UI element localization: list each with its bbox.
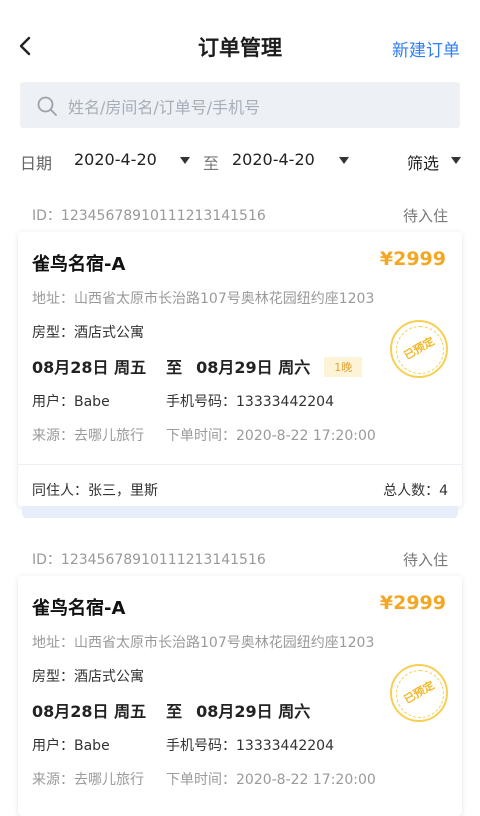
room-type: 房型：酒店式公寓 (32, 669, 144, 685)
search-placeholder: 姓名/房间名/订单号/手机号 (68, 98, 261, 117)
chevron-left-icon[interactable] (14, 34, 38, 58)
user-name: 用户：Babe (32, 394, 110, 410)
checkout-date: 08月29日 周六 (196, 702, 311, 721)
order-price: ¥2999 (379, 592, 446, 614)
end-date-picker[interactable]: 2020-4-20 (232, 150, 315, 169)
new-order-button[interactable]: 新建订单 (392, 36, 460, 61)
reserved-stamp: 已预定 (390, 320, 448, 378)
order-price: ¥2999 (379, 248, 446, 270)
search-input[interactable]: 姓名/房间名/订单号/手机号 (20, 82, 460, 128)
stamp-text: 已预定 (401, 678, 437, 707)
filter-button[interactable]: 筛选 (407, 150, 439, 174)
hotel-name: 雀鸟名宿-A (32, 254, 126, 275)
card-shadow-strip (22, 506, 458, 518)
date-filter-bar: 日期 2020-4-20 至 2020-4-20 筛选 (0, 140, 480, 182)
order-card[interactable]: 雀鸟名宿-A ¥2999 地址：山西省太原市长治路107号奥林花园纽约座1203… (18, 576, 462, 816)
user-phone: 手机号码：13333442204 (166, 394, 334, 410)
order-header: ID：12345678910111213141516 待入住 (0, 198, 480, 232)
room-type: 房型：酒店式公寓 (32, 325, 144, 341)
user-name: 用户：Babe (32, 738, 110, 754)
stamp-text: 已预定 (401, 334, 437, 363)
date-label: 日期 (20, 154, 53, 173)
order-item[interactable]: ID：12345678910111213141516 待入住 雀鸟名宿-A ¥2… (0, 542, 480, 816)
dates-to-label: 至 (166, 702, 183, 721)
nights-badge: 1晚 (324, 357, 363, 377)
date-to-label: 至 (203, 154, 220, 173)
order-id: ID：12345678910111213141516 (32, 208, 266, 224)
checkout-date: 08月29日 周六 (196, 358, 311, 377)
total-guests: 总人数：4 (383, 483, 448, 499)
reserved-stamp: 已预定 (390, 664, 448, 722)
hotel-name: 雀鸟名宿-A (32, 598, 126, 619)
end-date-dropdown-icon[interactable] (339, 157, 349, 164)
stay-dates: 08月28日 周五至 08月29日 周六 1晚 (32, 354, 363, 378)
order-card[interactable]: 雀鸟名宿-A ¥2999 地址：山西省太原市长治路107号奥林花园纽约座1203… (18, 232, 462, 507)
order-status: 待入住 (402, 207, 448, 225)
order-id: ID：12345678910111213141516 (32, 552, 266, 568)
order-item[interactable]: ID：12345678910111213141516 待入住 雀鸟名宿-A ¥2… (0, 198, 480, 518)
checkin-date: 08月28日 周五 (32, 702, 147, 721)
divider (18, 464, 462, 465)
user-phone: 手机号码：13333442204 (166, 738, 334, 754)
nav-bar: 订单管理 新建订单 (0, 0, 480, 92)
order-time: 下单时间：2020-8-22 17:20:00 (166, 772, 376, 788)
order-source: 来源：去哪儿旅行 (32, 772, 144, 788)
order-status: 待入住 (402, 551, 448, 569)
order-time: 下单时间：2020-8-22 17:20:00 (166, 428, 376, 444)
start-date-picker[interactable]: 2020-4-20 (74, 150, 157, 169)
search-icon (37, 96, 57, 116)
hotel-address: 地址：山西省太原市长治路107号奥林花园纽约座1203 (32, 635, 375, 651)
order-header: ID：12345678910111213141516 待入住 (0, 542, 480, 576)
stay-dates: 08月28日 周五至 08月29日 周六 (32, 698, 310, 722)
dates-to-label: 至 (166, 358, 183, 377)
co-guests: 同住人：张三，里斯 (32, 483, 158, 499)
order-source: 来源：去哪儿旅行 (32, 428, 144, 444)
filter-dropdown-icon[interactable] (451, 157, 461, 164)
checkin-date: 08月28日 周五 (32, 358, 147, 377)
hotel-address: 地址：山西省太原市长治路107号奥林花园纽约座1203 (32, 291, 375, 307)
start-date-dropdown-icon[interactable] (180, 157, 190, 164)
